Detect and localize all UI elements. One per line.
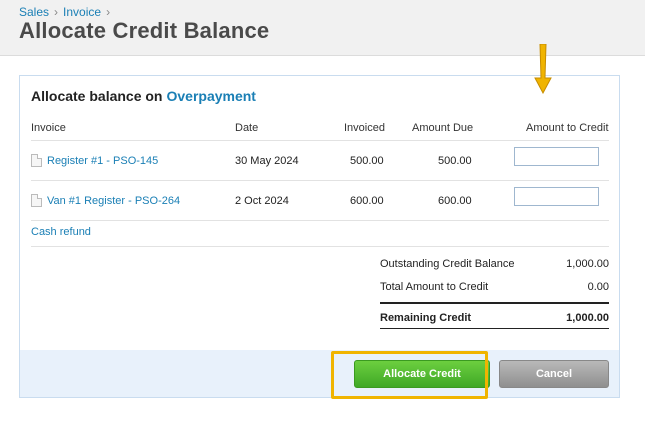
invoice-date: 2 Oct 2024 bbox=[235, 195, 289, 207]
breadcrumb-invoice[interactable]: Invoice bbox=[63, 5, 101, 19]
table-row: Register #1 - PSO-145 30 May 2024 500.00… bbox=[31, 140, 609, 180]
cash-refund-link[interactable]: Cash refund bbox=[31, 226, 91, 238]
document-icon bbox=[31, 194, 42, 207]
amount-to-credit-input[interactable] bbox=[514, 187, 599, 206]
page-title: Allocate Credit Balance bbox=[19, 18, 270, 43]
breadcrumb-separator: › bbox=[106, 5, 111, 19]
invoice-link[interactable]: Register #1 - PSO-145 bbox=[31, 154, 158, 167]
invoice-amount-due: 500.00 bbox=[438, 155, 472, 167]
panel-title-accent[interactable]: Overpayment bbox=[166, 88, 255, 104]
column-header-invoice: Invoice bbox=[31, 122, 66, 134]
invoice-link[interactable]: Van #1 Register - PSO-264 bbox=[31, 194, 180, 207]
column-header-invoiced: Invoiced bbox=[344, 122, 385, 134]
remaining-underline bbox=[380, 328, 609, 329]
total-amount-to-credit-value: 0.00 bbox=[587, 281, 609, 293]
row-divider bbox=[31, 220, 609, 221]
breadcrumb-sales[interactable]: Sales bbox=[19, 5, 49, 19]
column-header-date: Date bbox=[235, 122, 259, 134]
breadcrumb-separator: › bbox=[54, 5, 59, 19]
remaining-credit-label: Remaining Credit bbox=[380, 312, 472, 324]
invoice-date: 30 May 2024 bbox=[235, 155, 299, 167]
invoice-link-text[interactable]: Van #1 Register - PSO-264 bbox=[47, 195, 180, 207]
summary-rule bbox=[380, 302, 609, 304]
panel-title-prefix: Allocate balance on bbox=[31, 88, 163, 104]
arrow-down-icon bbox=[534, 44, 552, 94]
document-icon bbox=[31, 154, 42, 167]
invoice-amount-due: 600.00 bbox=[438, 195, 472, 207]
panel-title: Allocate balance on Overpayment bbox=[31, 88, 256, 104]
remaining-credit-value: 1,000.00 bbox=[566, 312, 609, 324]
invoice-link-text[interactable]: Register #1 - PSO-145 bbox=[47, 155, 158, 167]
outstanding-credit-label: Outstanding Credit Balance bbox=[380, 258, 515, 270]
cancel-button[interactable]: Cancel bbox=[499, 360, 609, 388]
invoice-invoiced: 500.00 bbox=[350, 155, 384, 167]
allocate-panel: Allocate balance on Overpayment Invoice D… bbox=[19, 75, 620, 399]
allocate-panel-body: Allocate balance on Overpayment Invoice D… bbox=[20, 76, 619, 350]
highlight-annotation bbox=[331, 351, 488, 399]
total-amount-to-credit-label: Total Amount to Credit bbox=[380, 281, 489, 293]
column-header-amount-due: Amount Due bbox=[412, 122, 474, 134]
column-header-amount-to-credit: Amount to Credit bbox=[526, 122, 609, 134]
table-row: Van #1 Register - PSO-264 2 Oct 2024 600… bbox=[31, 180, 609, 220]
amount-to-credit-input[interactable] bbox=[514, 147, 599, 166]
divider bbox=[31, 246, 609, 247]
breadcrumb: Sales › Invoice › bbox=[19, 5, 115, 19]
outstanding-credit-value: 1,000.00 bbox=[566, 258, 609, 270]
invoice-invoiced: 600.00 bbox=[350, 195, 384, 207]
